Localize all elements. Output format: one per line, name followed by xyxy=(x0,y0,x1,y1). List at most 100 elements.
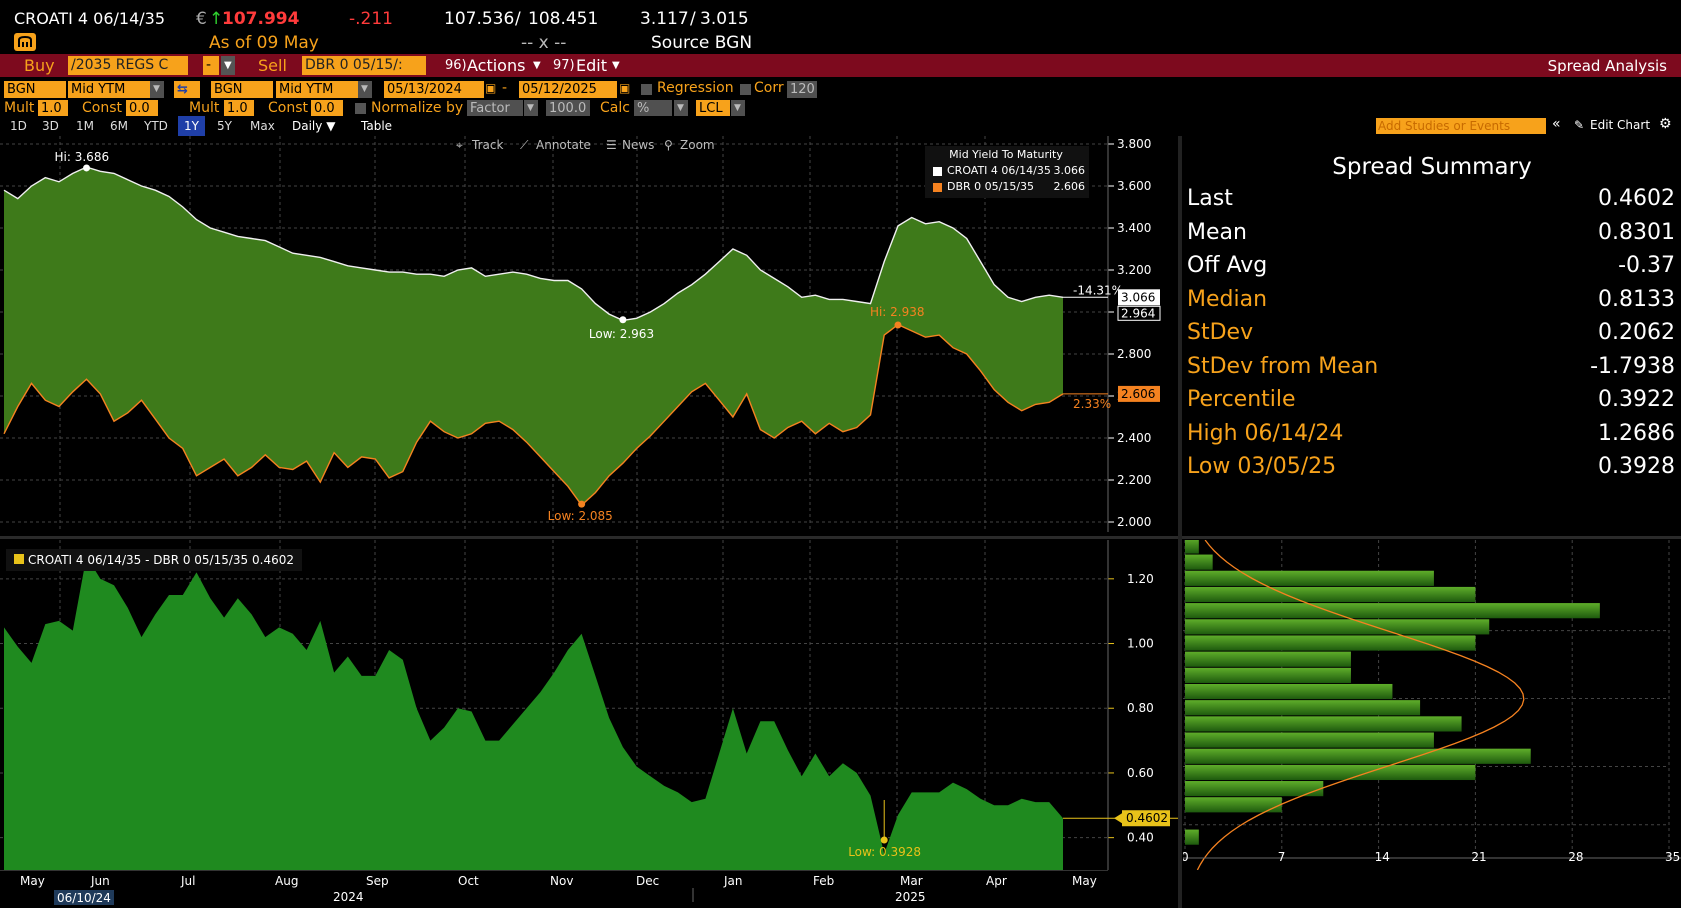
normalize-chevron-down-icon[interactable]: ▼ xyxy=(524,100,538,117)
corr-checkbox[interactable] xyxy=(740,84,751,95)
bid-yield: 3.117 xyxy=(640,9,689,29)
swap-icon[interactable]: ⇆ xyxy=(174,81,200,98)
extreme-label: Low: 2.085 xyxy=(548,509,613,523)
zoom-tool[interactable]: Zoom xyxy=(680,138,715,152)
annotate-icon[interactable]: ⟋ xyxy=(520,138,528,153)
histogram-bar xyxy=(1185,570,1434,586)
calc-select[interactable]: % xyxy=(634,100,672,117)
normalize-checkbox[interactable] xyxy=(355,103,366,114)
summary-label: Off Avg xyxy=(1187,253,1268,278)
sell-security-field[interactable]: DBR 0 05/15/: xyxy=(302,56,426,75)
last-value-label: 0.4602 xyxy=(1126,811,1168,825)
currency-sign: € xyxy=(196,9,207,29)
corr-window-field[interactable]: 120 xyxy=(787,81,817,98)
buy-dash[interactable]: - xyxy=(203,56,219,75)
summary-label: Low 03/05/25 xyxy=(1187,454,1337,479)
edit-chart-button[interactable]: Edit Chart xyxy=(1590,118,1650,132)
range-1m[interactable]: 1M xyxy=(70,116,100,136)
summary-row: Median 0.8133 xyxy=(1187,287,1675,320)
start-date-field[interactable]: 05/13/2024 xyxy=(384,81,484,98)
actions-chevron-down-icon[interactable]: ▼ xyxy=(533,60,541,71)
month-label: Mar xyxy=(900,874,923,888)
range-1y[interactable]: 1Y xyxy=(178,116,205,136)
range-3d[interactable]: 3D xyxy=(36,116,65,136)
news-icon[interactable]: ☰ xyxy=(606,138,617,152)
spread-summary-panel: Spread Summary Last 0.4602 Mean 0.8301 Off A… xyxy=(1183,138,1681,534)
source2-field[interactable]: BGN xyxy=(211,81,273,98)
collapse-icon[interactable]: « xyxy=(1552,116,1561,132)
y-tick-label: 2.000 xyxy=(1117,515,1151,529)
histogram-bar xyxy=(1185,700,1421,716)
edit-menu[interactable]: Edit xyxy=(576,56,607,75)
table-button[interactable]: Table xyxy=(355,116,398,136)
mult2-field[interactable]: 1.0 xyxy=(224,100,254,117)
bloomberg-icon[interactable] xyxy=(14,33,36,51)
y-tick-label: 3.800 xyxy=(1117,137,1151,151)
separator: / xyxy=(515,9,521,29)
actions-menu[interactable]: Actions xyxy=(467,56,525,75)
mult1-label: Mult xyxy=(4,100,35,116)
edit-chevron-down-icon[interactable]: ▼ xyxy=(612,60,620,71)
range-5y[interactable]: 5Y xyxy=(211,116,238,136)
source1-field[interactable]: BGN xyxy=(4,81,66,98)
range-max[interactable]: Max xyxy=(244,116,281,136)
track-icon[interactable]: ⌖ xyxy=(456,138,463,153)
currency-chevron-down-icon[interactable]: ▼ xyxy=(731,100,745,117)
summary-row: Low 03/05/25 0.3928 xyxy=(1187,454,1675,487)
x-tick-label: 0 xyxy=(1183,850,1189,864)
series2-last-value: 2.606 xyxy=(1121,387,1155,401)
page-title: Spread Analysis xyxy=(1547,57,1667,75)
spread-chart[interactable]: 0.40 0.60 0.80 1.00 1.20 Low: 0.3928 0.4602 xyxy=(0,540,1178,870)
summary-row: Off Avg -0.37 xyxy=(1187,253,1675,286)
top-y-axis: 2.0002.2002.4002.6002.8003.0003.2003.400… xyxy=(1107,136,1151,532)
y-tick-label: 2.200 xyxy=(1117,473,1151,487)
histogram-bar xyxy=(1185,586,1476,603)
range-ytd[interactable]: YTD xyxy=(138,116,174,136)
series2-swatch[interactable] xyxy=(933,183,942,192)
extreme-marker xyxy=(83,164,91,172)
add-studies-input[interactable]: Add Studies or Events xyxy=(1376,118,1546,134)
histogram-bar xyxy=(1185,732,1434,748)
field1-chevron-down-icon[interactable]: ▼ xyxy=(150,81,164,98)
end-calendar-icon[interactable]: ▣ xyxy=(619,81,630,95)
regression-checkbox[interactable] xyxy=(641,84,652,95)
month-label: Nov xyxy=(550,874,573,888)
histogram-bar xyxy=(1185,781,1324,797)
year-label: 2024 xyxy=(333,890,364,904)
month-label: Jul xyxy=(180,874,195,888)
sell-label: Sell xyxy=(258,56,287,75)
spread-histogram[interactable]: 0 7 14 21 28 35 xyxy=(1183,540,1681,870)
track-tool[interactable]: Track xyxy=(472,138,503,152)
calc-chevron-down-icon[interactable]: ▼ xyxy=(674,100,688,117)
summary-label: StDev xyxy=(1187,320,1254,345)
buy-dropdown-icon[interactable]: ▼ xyxy=(221,56,235,75)
regression-label: Regression xyxy=(657,80,734,96)
x-tick-label: 28 xyxy=(1568,850,1583,864)
normalize-number[interactable]: 100.0 xyxy=(546,100,590,117)
pencil-icon[interactable]: ✎ xyxy=(1574,118,1584,132)
end-date-field[interactable]: 05/12/2025 xyxy=(519,81,617,98)
normalize-label: Normalize by xyxy=(371,100,464,116)
const1-field[interactable]: 0.0 xyxy=(126,100,158,117)
zoom-icon[interactable]: ⚲ xyxy=(664,138,673,152)
range-1d[interactable]: 1D xyxy=(4,116,33,136)
frequency-select[interactable]: Daily ▼ xyxy=(286,116,341,136)
series1-swatch[interactable] xyxy=(933,167,942,176)
buy-security-field[interactable]: /2035 REGS C xyxy=(68,56,188,75)
summary-row: Last 0.4602 xyxy=(1187,186,1675,219)
annotate-tool[interactable]: Annotate xyxy=(536,138,591,152)
const2-field[interactable]: 0.0 xyxy=(311,100,343,117)
chart-tools: ⌖ Track ⟋ Annotate ☰ News ⚲ Zoom xyxy=(450,138,720,156)
start-calendar-icon[interactable]: ▣ xyxy=(485,81,496,95)
range-6m[interactable]: 6M xyxy=(104,116,134,136)
separator: / xyxy=(690,9,696,29)
histogram-bar xyxy=(1185,651,1351,667)
mult1-field[interactable]: 1.0 xyxy=(38,100,68,117)
spread-swatch[interactable] xyxy=(14,554,24,564)
news-tool[interactable]: News xyxy=(622,138,654,152)
gear-icon[interactable]: ⚙ xyxy=(1659,116,1672,132)
currency-select[interactable]: LCL xyxy=(696,100,730,117)
field2-chevron-down-icon[interactable]: ▼ xyxy=(358,81,372,98)
normalize-select[interactable]: Factor xyxy=(467,100,523,117)
pane-divider[interactable] xyxy=(0,536,1681,539)
